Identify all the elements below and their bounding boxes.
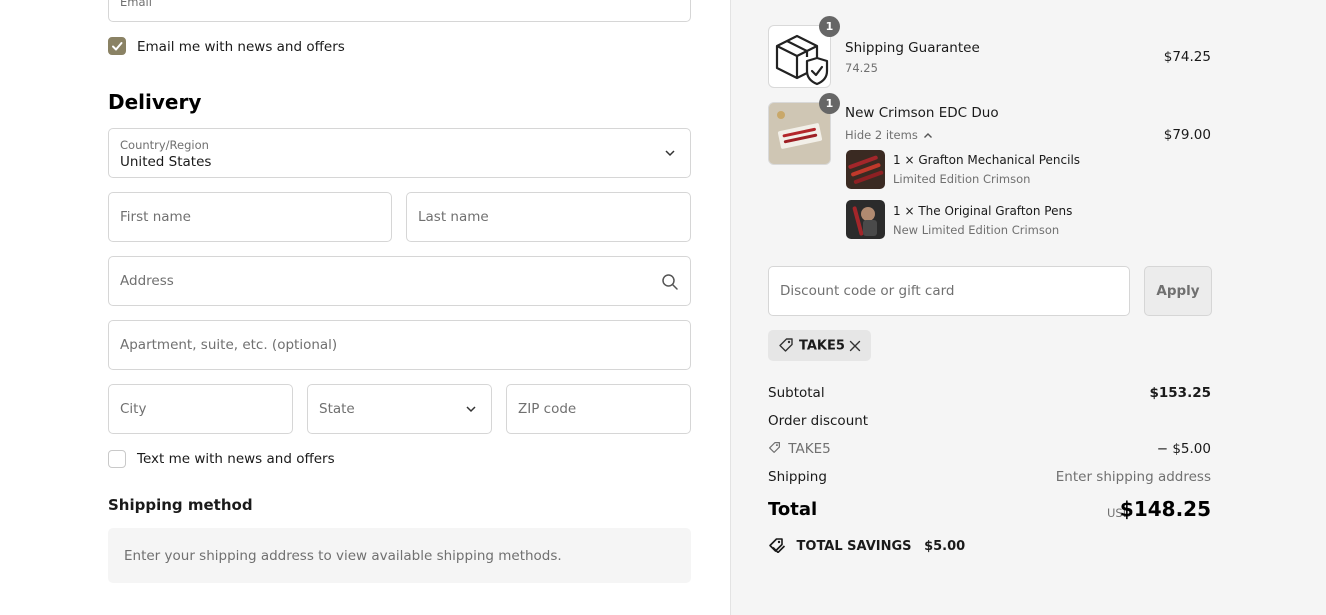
first-name-placeholder: First name [120, 209, 191, 225]
discount-code-text: TAKE5 [788, 441, 831, 457]
delivery-heading: Delivery [108, 90, 202, 114]
tag-icon [779, 338, 793, 352]
applied-discount-chip: TAKE5 [768, 330, 871, 361]
address-placeholder: Address [120, 273, 174, 289]
search-icon [662, 274, 678, 290]
apartment-field[interactable]: Apartment, suite, etc. (optional) [108, 320, 691, 370]
address-field[interactable]: Address [108, 256, 691, 306]
sms-checkbox-label: Text me with news and offers [137, 451, 335, 467]
product-image [769, 103, 830, 164]
total-value: $148.25 [1119, 497, 1211, 521]
item-title: Shipping Guarantee [845, 40, 980, 56]
quantity-badge: 1 [819, 93, 840, 114]
quantity-badge: 1 [819, 16, 840, 37]
discount-code-row: TAKE5 [768, 441, 831, 457]
item-price: $74.25 [1163, 49, 1211, 65]
state-select[interactable]: State [307, 384, 492, 434]
item-subtitle: 74.25 [845, 61, 878, 75]
chevron-up-icon [924, 132, 933, 138]
pencil-image [846, 150, 885, 189]
discount-code-input[interactable]: Discount code or gift card [768, 266, 1130, 316]
total-savings-value: $5.00 [924, 539, 966, 554]
state-placeholder: State [319, 401, 355, 417]
item-title: New Crimson EDC Duo [845, 105, 999, 121]
first-name-field[interactable]: First name [108, 192, 392, 242]
subtotal-value: $153.25 [1149, 385, 1212, 401]
hide-items-toggle[interactable]: Hide 2 items [845, 128, 933, 142]
apply-discount-button[interactable]: Apply [1144, 266, 1212, 316]
news-checkbox[interactable] [108, 37, 126, 55]
discount-value: − $5.00 [1156, 441, 1211, 457]
total-savings-label: TOTAL SAVINGS [796, 539, 912, 554]
tag-icon [769, 538, 786, 554]
city-placeholder: City [120, 401, 147, 417]
country-value: United States [120, 154, 212, 170]
chevron-down-icon [665, 150, 675, 157]
product-thumbnail: 1 [768, 93, 840, 165]
sms-checkbox[interactable] [108, 450, 126, 468]
total-savings: TOTAL SAVINGS $5.00 [768, 537, 965, 554]
pen-image [846, 200, 885, 239]
total-label: Total [768, 499, 818, 520]
order-discount-label: Order discount [768, 413, 869, 429]
subitem-title: 1 × Grafton Mechanical Pencils [893, 153, 1081, 167]
shipping-method-heading: Shipping method [108, 496, 253, 514]
apartment-placeholder: Apartment, suite, etc. (optional) [120, 337, 338, 353]
tag-icon [769, 442, 780, 453]
email-field[interactable]: Email [108, 0, 691, 22]
city-field[interactable]: City [108, 384, 293, 434]
item-price: $79.00 [1163, 127, 1211, 143]
subtotal-label: Subtotal [768, 385, 825, 401]
discount-placeholder: Discount code or gift card [780, 283, 955, 299]
shipping-method-message: Enter your shipping address to view avai… [124, 547, 562, 564]
package-shield-icon [775, 34, 829, 86]
chevron-down-icon [466, 406, 476, 413]
news-checkbox-label: Email me with news and offers [137, 39, 345, 55]
shipping-method-notice: Enter your shipping address to view avai… [108, 528, 691, 583]
subitem-thumbnail [846, 200, 885, 239]
shipping-label: Shipping [768, 469, 827, 485]
subitem-title: 1 × The Original Grafton Pens [893, 204, 1073, 218]
country-select[interactable]: Country/Region United States [108, 128, 691, 178]
shipping-value: Enter shipping address [1055, 469, 1211, 485]
checkmark-icon [112, 42, 123, 51]
checkout-form-panel: Email Email me with news and offers Deli… [0, 0, 730, 615]
zip-placeholder: ZIP code [518, 401, 577, 417]
subitem-thumbnail [846, 150, 885, 189]
product-thumbnail: 1 [768, 16, 840, 88]
applied-code-label: TAKE5 [799, 338, 845, 353]
zip-field[interactable]: ZIP code [506, 384, 691, 434]
country-label: Country/Region [120, 138, 209, 152]
last-name-placeholder: Last name [418, 209, 489, 225]
subitem-subtitle: New Limited Edition Crimson [893, 223, 1060, 237]
hide-items-label: Hide 2 items [845, 128, 918, 142]
last-name-field[interactable]: Last name [406, 192, 691, 242]
remove-discount-icon[interactable] [849, 340, 861, 352]
subitem-subtitle: Limited Edition Crimson [893, 172, 1031, 186]
email-placeholder: Email [120, 0, 152, 9]
